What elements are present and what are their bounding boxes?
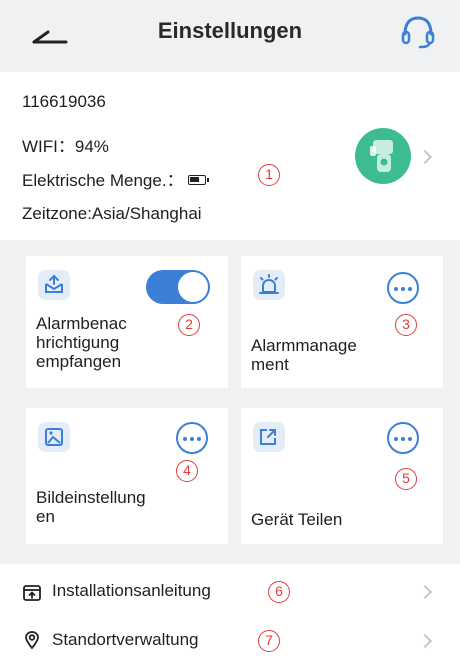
tile-share-device[interactable]: 5 Gerät Teilen [241,408,443,544]
tile-label: Alarmbenac hrichtigung empfangen [36,314,127,371]
chevron-right-icon [417,149,433,165]
tile-label: Bildeinstellung en [36,488,146,526]
annotation-marker: 6 [268,581,290,603]
annotation-marker: 2 [178,314,200,336]
chevron-right-icon [417,633,433,649]
more-options-button[interactable] [176,422,208,454]
support-button[interactable] [398,14,438,50]
toggle-knob [178,272,208,302]
tile-label: Gerät Teilen [251,510,343,529]
alarm-icon [253,270,285,300]
battery-label: Elektrische Menge.： [22,171,184,190]
battery-icon [187,175,209,186]
alarm-notification-icon [38,270,70,300]
device-info-card[interactable]: 116619036 WIFI：94% Elektrische Menge.： 1… [0,72,460,240]
annotation-marker: 4 [176,460,198,482]
tile-image-settings[interactable]: 4 Bildeinstellung en [26,408,228,544]
headset-icon [401,16,435,49]
share-icon [253,422,285,452]
image-icon [38,422,70,452]
battery-status: Elektrische Menge.： [22,166,209,191]
more-options-button[interactable] [387,422,419,454]
annotation-marker: 5 [395,468,417,490]
row-installation-guide[interactable]: Installationsanleitung 6 [0,564,460,620]
location-icon [25,631,39,650]
row-label: Standortverwaltung [52,630,199,649]
annotation-marker: 1 [258,164,280,186]
tile-alarm-management[interactable]: 3 Alarmmanage ment [241,256,443,388]
device-id: 116619036 [22,92,106,111]
page-title: Einstellungen [157,18,303,43]
tile-label: Alarmmanage ment [251,336,357,374]
annotation-marker: 7 [258,630,280,652]
row-location-management[interactable]: Standortverwaltung 7 [0,620,460,656]
device-avatar[interactable] [355,128,411,184]
install-guide-icon [23,585,41,601]
wifi-status: WIFI：94% [22,137,109,156]
timezone: Zeitzone:Asia/Shanghai [22,204,202,223]
chevron-right-icon [417,584,433,600]
header-bar: Einstellungen [0,0,460,68]
more-options-button[interactable] [387,272,419,304]
tile-alarm-notification[interactable]: Alarmbenac hrichtigung empfangen 2 [26,256,228,388]
row-label: Installationsanleitung [52,581,211,600]
annotation-marker: 3 [395,314,417,336]
alarm-notification-toggle[interactable] [146,270,210,304]
camera-icon [370,140,393,172]
